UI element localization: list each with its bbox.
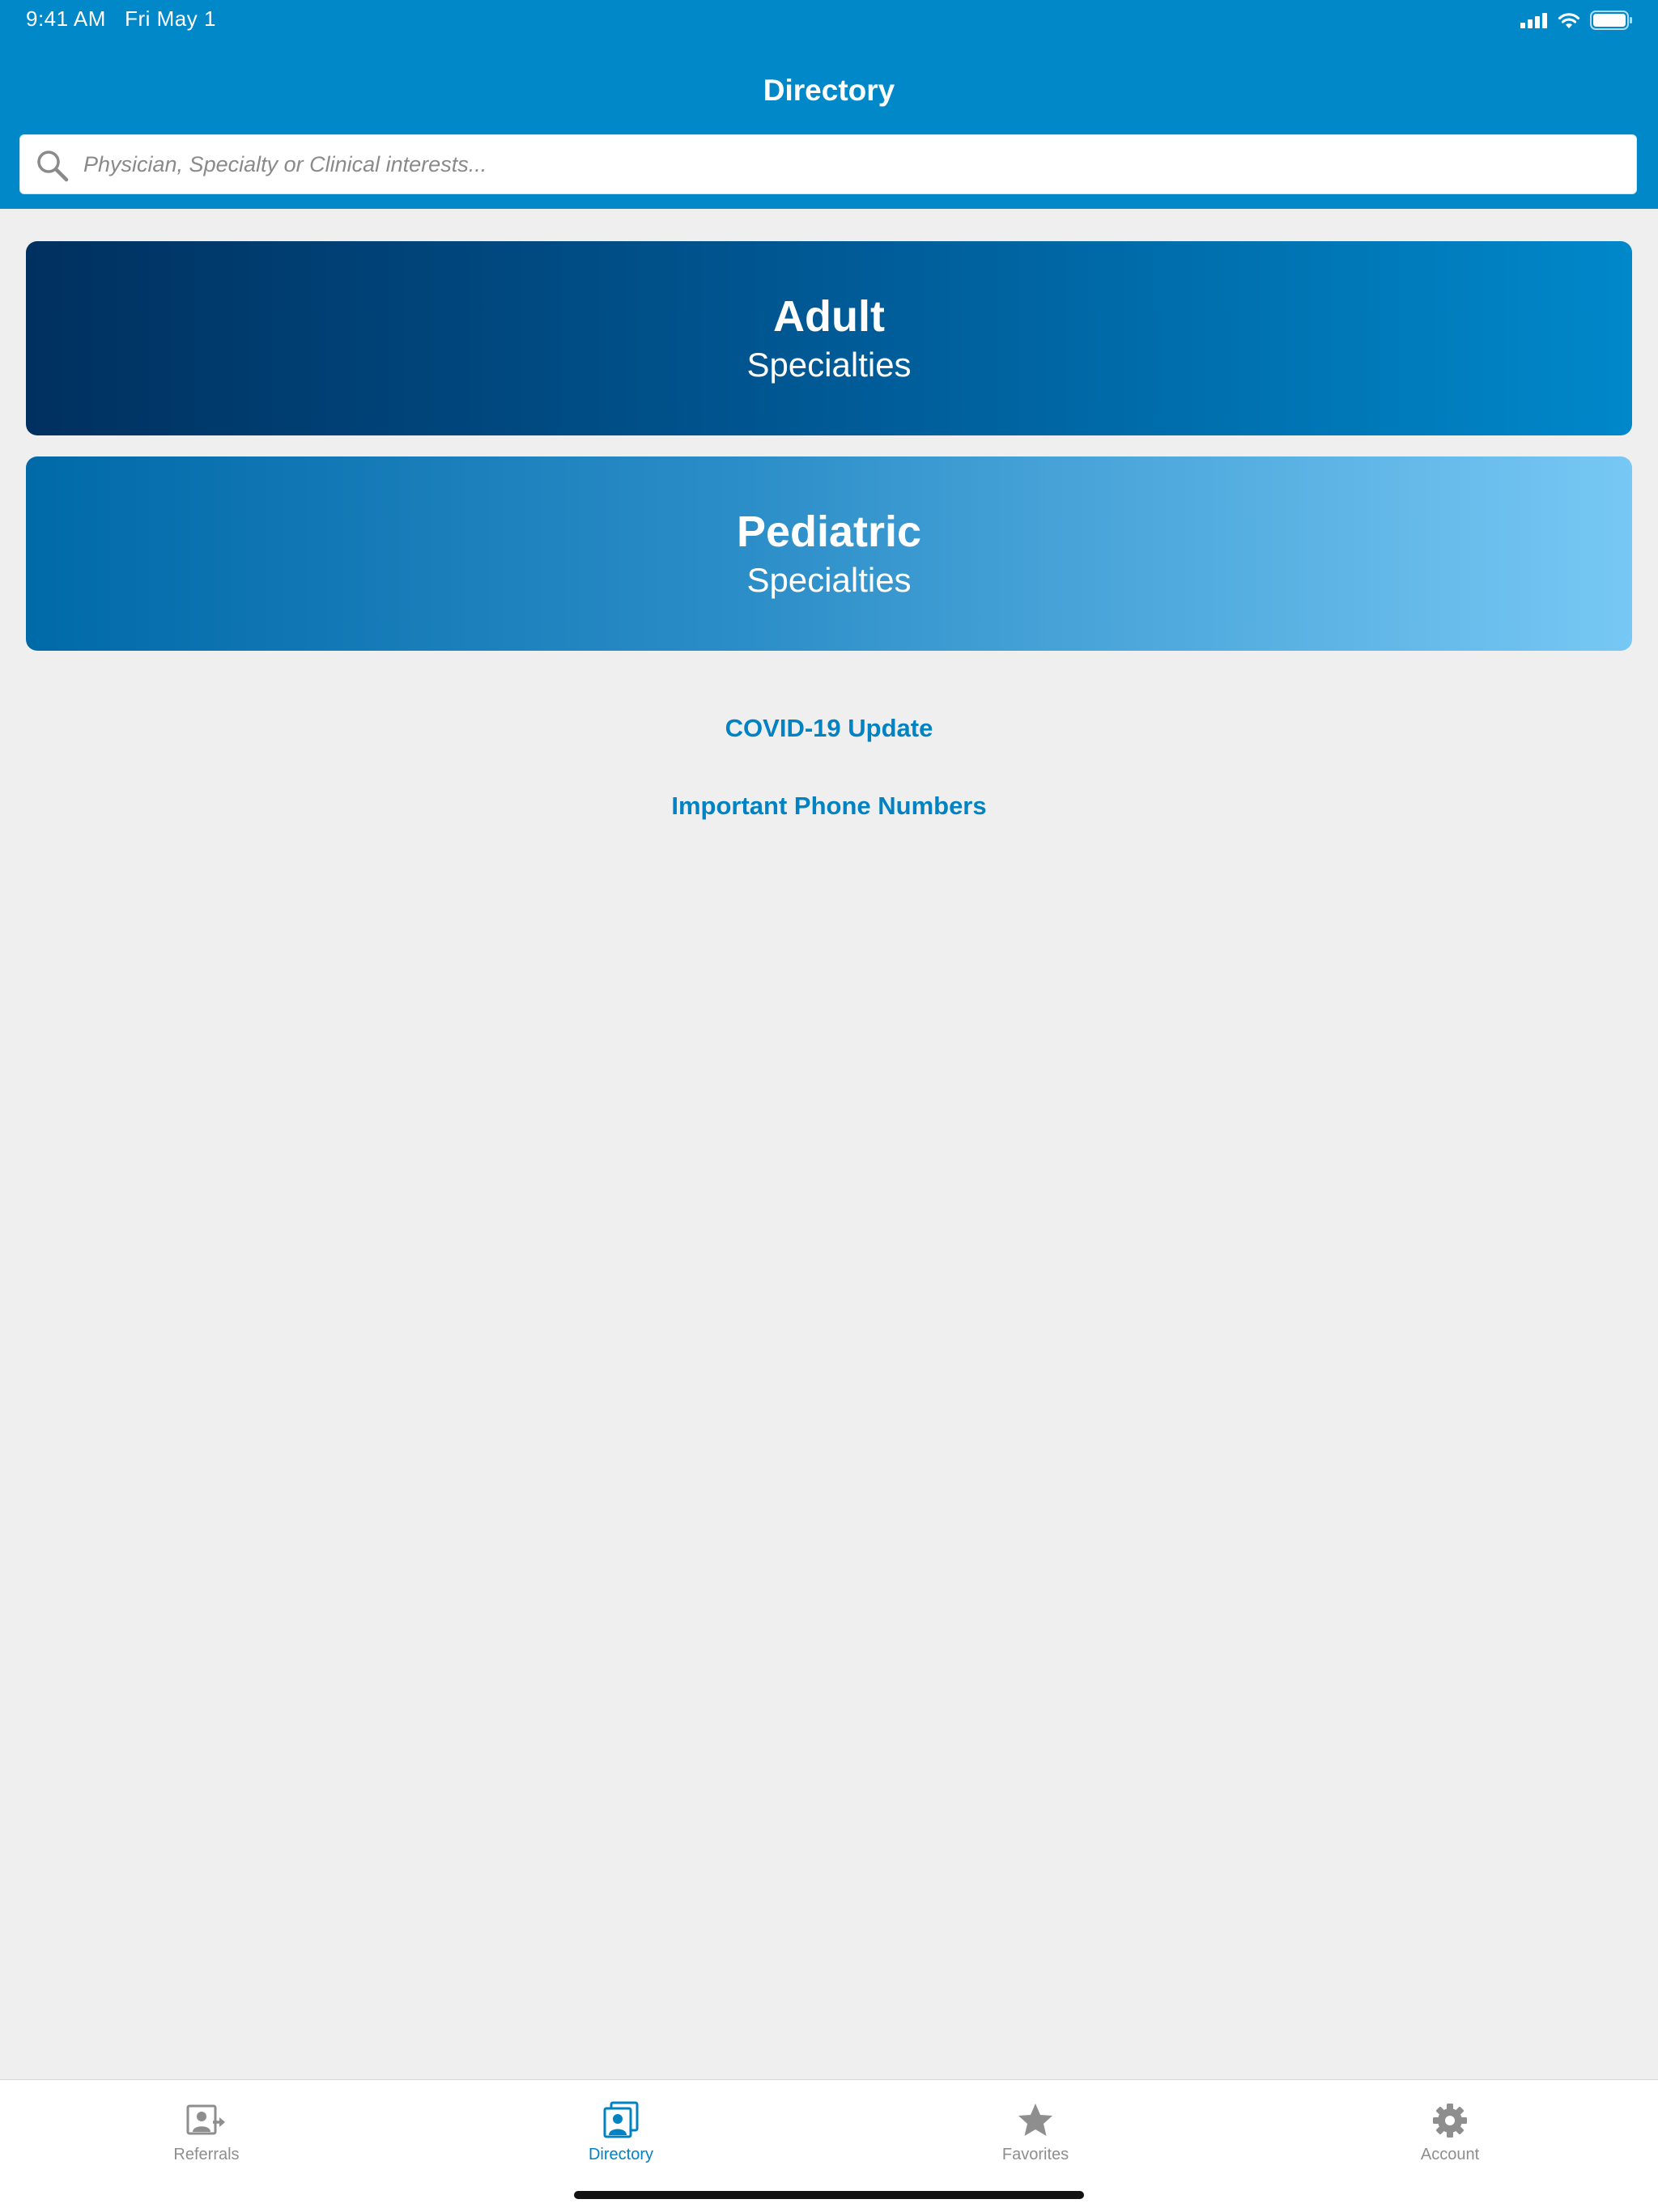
tab-label: Favorites bbox=[1001, 2146, 1069, 2163]
tab-favorites[interactable]: Favorites bbox=[938, 2101, 1133, 2164]
cellular-signal-icon bbox=[1520, 13, 1547, 28]
tab-label: Account bbox=[1420, 2146, 1480, 2163]
home-indicator[interactable] bbox=[574, 2191, 1084, 2199]
card-title: Adult bbox=[773, 292, 885, 341]
star-icon bbox=[1018, 2104, 1052, 2136]
status-date: Fri May 1 bbox=[125, 6, 216, 31]
wifi-icon bbox=[1558, 13, 1580, 28]
important-phone-numbers-link[interactable]: Important Phone Numbers bbox=[671, 792, 986, 820]
pediatric-specialties-card[interactable]: Pediatric Specialties bbox=[26, 456, 1632, 651]
directory-icon bbox=[603, 2101, 639, 2138]
important-phone-numbers-link-row: Important Phone Numbers bbox=[0, 790, 1658, 822]
tab-label: Referrals bbox=[173, 2146, 240, 2163]
card-title: Pediatric bbox=[736, 507, 922, 556]
navigation-header: 9:41 AM Fri May 1 Directory bbox=[0, 0, 1658, 209]
status-bar-indicators bbox=[1520, 8, 1634, 32]
covid-update-link[interactable]: COVID-19 Update bbox=[725, 714, 933, 742]
status-time: 9:41 AM bbox=[26, 6, 106, 31]
covid-update-link-row: COVID-19 Update bbox=[0, 712, 1658, 745]
battery-icon bbox=[1590, 11, 1632, 30]
gear-icon bbox=[1433, 2104, 1467, 2138]
search-icon bbox=[37, 151, 69, 182]
card-subtitle: Specialties bbox=[746, 561, 912, 599]
tab-account[interactable]: Account bbox=[1353, 2101, 1547, 2164]
search-bar[interactable] bbox=[19, 134, 1637, 194]
tab-bar: Referrals Directory Favorites Account bbox=[0, 2079, 1658, 2212]
adult-specialties-card[interactable]: Adult Specialties bbox=[26, 241, 1632, 435]
status-bar-time: 9:41 AM Fri May 1 bbox=[26, 6, 216, 31]
page-title: Directory bbox=[763, 74, 895, 107]
search-input[interactable] bbox=[83, 135, 1605, 193]
tab-referrals[interactable]: Referrals bbox=[109, 2101, 304, 2164]
referrals-icon bbox=[186, 2104, 225, 2135]
card-subtitle: Specialties bbox=[746, 346, 912, 384]
tab-directory[interactable]: Directory bbox=[524, 2101, 718, 2164]
tab-label: Directory bbox=[588, 2146, 653, 2163]
